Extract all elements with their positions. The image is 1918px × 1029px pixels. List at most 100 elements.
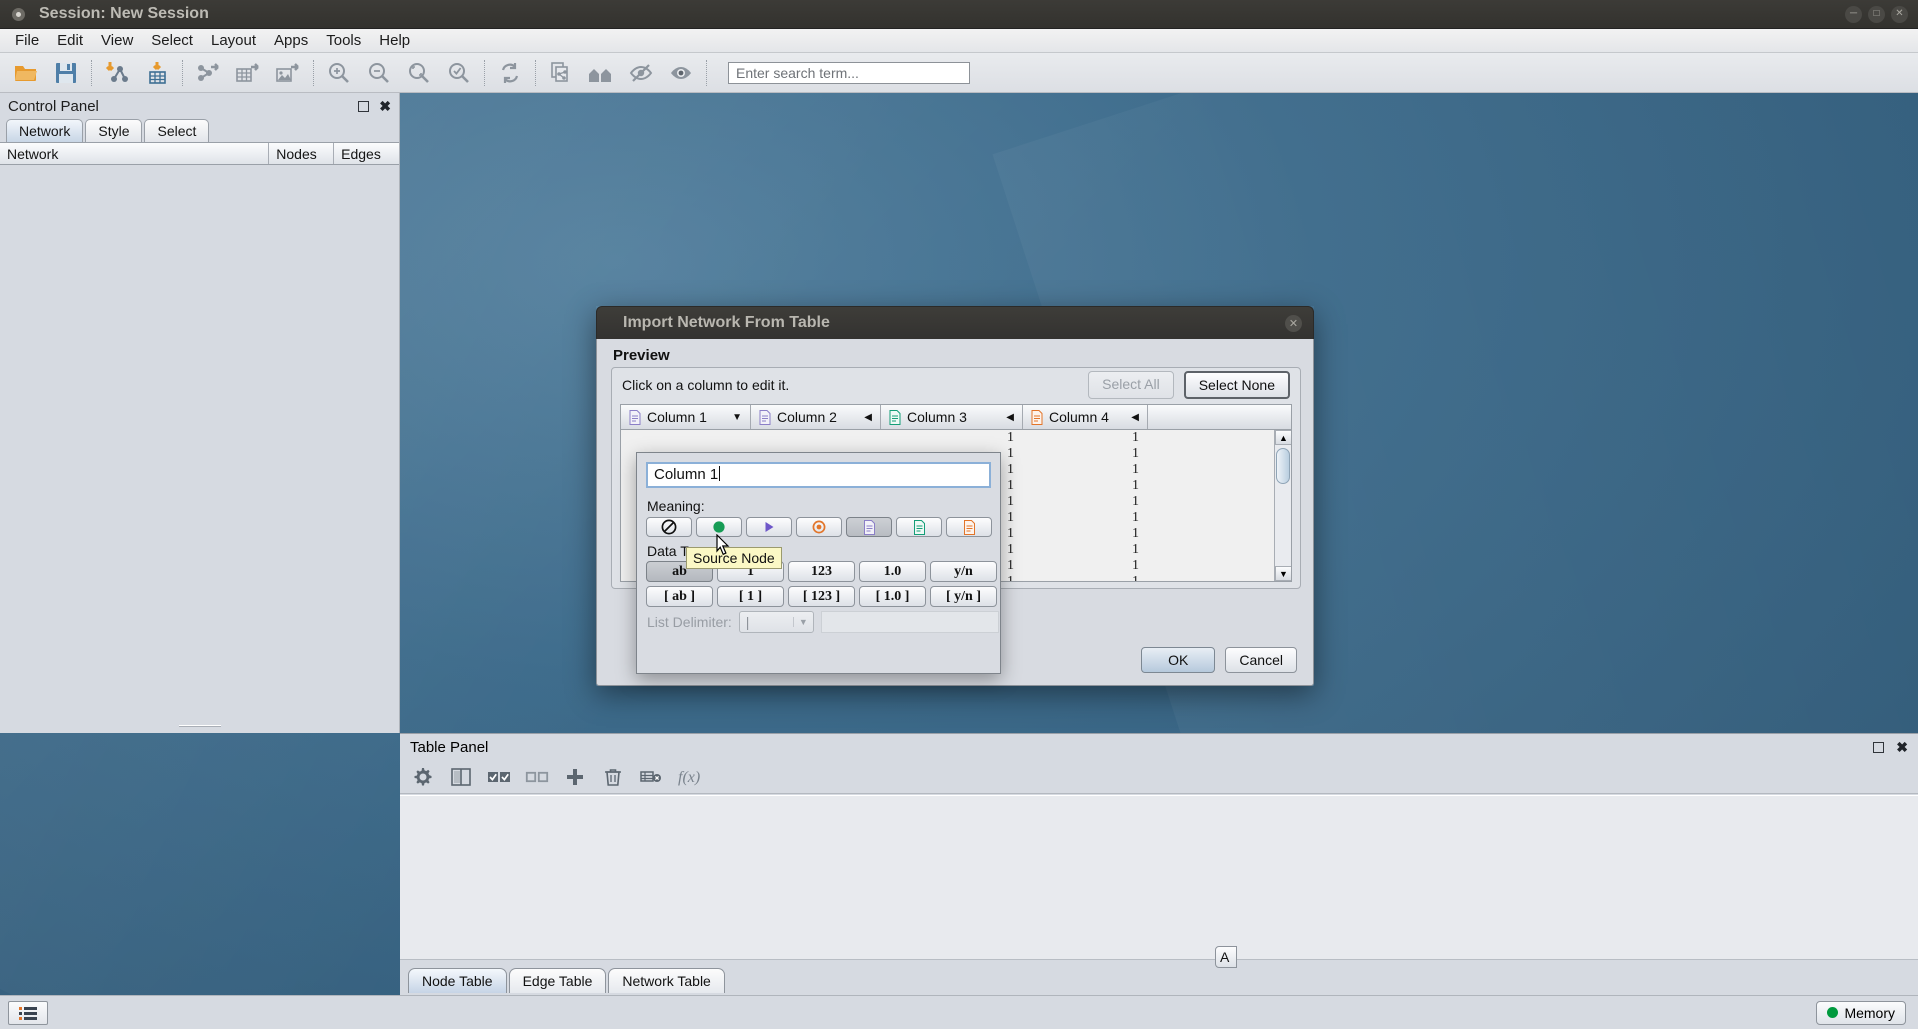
menu-file[interactable]: File [6, 30, 48, 51]
orange-document-icon [963, 519, 975, 535]
zoom-fit-icon[interactable] [399, 55, 439, 91]
first-neighbors-icon[interactable] [581, 55, 621, 91]
tab-network-table[interactable]: Network Table [608, 968, 725, 993]
float-table-panel-icon[interactable] [1873, 741, 1885, 753]
meaning-target-node-button[interactable] [796, 517, 842, 537]
save-icon[interactable] [46, 55, 86, 91]
menu-edit[interactable]: Edit [48, 30, 92, 51]
data-type-int-list-button[interactable]: [ 1 ] [717, 586, 784, 607]
select-all-button[interactable]: Select All [1088, 371, 1174, 399]
minimize-icon[interactable]: ─ [1845, 5, 1862, 23]
preview-column-3[interactable]: Column 3 ◀ [881, 405, 1023, 429]
zoom-selected-icon[interactable] [439, 55, 479, 91]
chevron-left-icon[interactable]: ◀ [1131, 412, 1139, 423]
memory-status-button[interactable]: Memory [1816, 1000, 1906, 1025]
column-network[interactable]: Network [0, 143, 270, 164]
menu-layout[interactable]: Layout [202, 30, 265, 51]
search-input[interactable]: Enter search term... [728, 61, 970, 84]
chevron-down-icon[interactable]: ▼ [792, 617, 813, 627]
delete-table-icon[interactable] [638, 764, 664, 790]
tab-edge-table[interactable]: Edge Table [508, 968, 607, 993]
scroll-up-arrow-icon[interactable]: ▲ [1275, 430, 1291, 445]
meaning-interaction-type-button[interactable] [746, 517, 792, 537]
toolbar-separator [313, 59, 314, 86]
toolbar-separator [706, 59, 707, 86]
function-builder-icon[interactable]: f(x) [676, 764, 702, 790]
refresh-icon[interactable] [490, 55, 530, 91]
table-panel-tabs: Node Table Edge Table Network Table [400, 959, 1918, 995]
menu-view[interactable]: View [92, 30, 142, 51]
data-type-yesno-list-button[interactable]: [ y/n ] [930, 586, 997, 607]
scroll-down-arrow-icon[interactable]: ▼ [1275, 566, 1291, 581]
preview-column-4-label: Column 4 [1049, 409, 1109, 425]
preview-vertical-scrollbar[interactable]: ▲ ▼ [1274, 430, 1291, 581]
column-name-input[interactable]: Column 1 [646, 462, 991, 488]
import-network-icon[interactable] [97, 55, 137, 91]
zoom-in-icon[interactable] [319, 55, 359, 91]
data-type-float-button[interactable]: 1.0 [859, 561, 926, 582]
table-row[interactable]: 11 [621, 430, 1291, 446]
split-columns-icon[interactable] [448, 764, 474, 790]
add-column-icon[interactable] [562, 764, 588, 790]
select-none-button[interactable]: Select None [1183, 371, 1290, 399]
tab-select[interactable]: Select [144, 119, 210, 142]
menu-help[interactable]: Help [370, 30, 419, 51]
tab-node-table[interactable]: Node Table [408, 968, 507, 993]
import-table-icon[interactable] [137, 55, 177, 91]
chevron-left-icon[interactable]: ◀ [1006, 412, 1014, 423]
zoom-out-icon[interactable] [359, 55, 399, 91]
obscured-button[interactable]: A [1215, 946, 1237, 968]
data-type-string-list-button[interactable]: [ ab ] [646, 586, 713, 607]
preview-column-1[interactable]: Column 1 ▼ [621, 405, 751, 429]
panel-resize-grip[interactable] [0, 721, 400, 731]
column-name-value: Column 1 [654, 466, 719, 483]
list-delimiter-select[interactable]: | ▼ [738, 611, 814, 633]
new-network-from-selection-icon[interactable] [541, 55, 581, 91]
float-panel-icon[interactable] [358, 100, 370, 112]
table-cell: 1 [1132, 494, 1139, 509]
meaning-not-imported-button[interactable] [646, 517, 692, 537]
cancel-button[interactable]: Cancel [1225, 647, 1297, 673]
open-folder-icon[interactable] [6, 55, 46, 91]
data-type-float-list-button[interactable]: [ 1.0 ] [859, 586, 926, 607]
task-list-icon[interactable] [8, 1000, 48, 1025]
ok-button[interactable]: OK [1141, 647, 1216, 673]
chevron-left-icon[interactable]: ◀ [864, 412, 872, 423]
maximize-icon[interactable]: □ [1868, 5, 1885, 23]
preview-column-1-label: Column 1 [647, 409, 707, 425]
export-network-icon[interactable] [188, 55, 228, 91]
preview-column-2[interactable]: Column 2 ◀ [751, 405, 881, 429]
close-panel-icon[interactable]: ✖ [379, 99, 391, 113]
export-table-icon[interactable] [228, 55, 268, 91]
tab-network[interactable]: Network [6, 119, 84, 142]
delete-column-icon[interactable] [600, 764, 626, 790]
chevron-down-icon[interactable]: ▼ [732, 412, 742, 423]
menu-select[interactable]: Select [142, 30, 202, 51]
export-image-icon[interactable] [268, 55, 308, 91]
network-list-body[interactable] [0, 166, 399, 718]
close-table-panel-icon[interactable]: ✖ [1896, 740, 1908, 754]
tab-style[interactable]: Style [85, 119, 143, 142]
list-delimiter-custom-input[interactable] [820, 611, 999, 633]
deselect-all-columns-icon[interactable] [524, 764, 550, 790]
scrollbar-thumb[interactable] [1276, 448, 1290, 484]
meaning-edge-attribute-button[interactable] [846, 517, 892, 537]
table-panel-content[interactable] [400, 795, 1918, 959]
select-all-columns-icon[interactable] [486, 764, 512, 790]
menu-apps[interactable]: Apps [265, 30, 317, 51]
data-type-yesno-button[interactable]: y/n [930, 561, 997, 582]
close-icon[interactable]: ✕ [1891, 5, 1908, 23]
show-all-icon[interactable] [661, 55, 701, 91]
settings-gear-icon[interactable] [410, 764, 436, 790]
close-icon[interactable]: ✕ [1285, 314, 1302, 332]
column-nodes[interactable]: Nodes [269, 143, 335, 164]
menu-tools[interactable]: Tools [317, 30, 370, 51]
meaning-target-node-attribute-button[interactable] [946, 517, 992, 537]
preview-column-4[interactable]: Column 4 ◀ [1023, 405, 1148, 429]
hide-selected-icon[interactable] [621, 55, 661, 91]
column-edges[interactable]: Edges [334, 143, 399, 164]
data-type-integer-button[interactable]: 123 [788, 561, 855, 582]
table-panel-header: Table Panel ✖ [400, 734, 1918, 760]
meaning-source-node-attribute-button[interactable] [896, 517, 942, 537]
data-type-integer-list-button[interactable]: [ 123 ] [788, 586, 855, 607]
